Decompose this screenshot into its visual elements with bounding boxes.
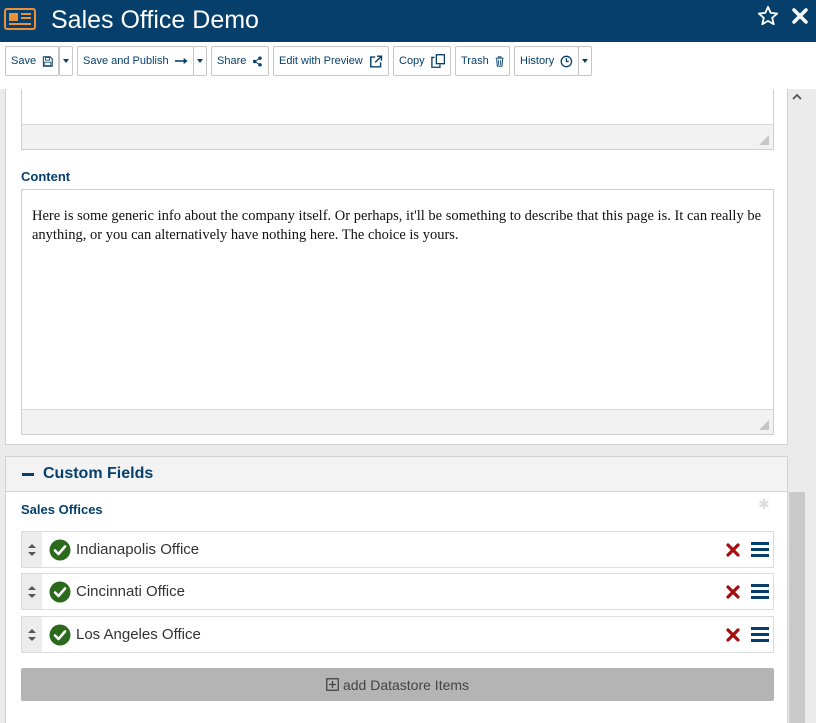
list-item[interactable]: Indianapolis Office bbox=[21, 531, 774, 568]
star-icon[interactable] bbox=[757, 5, 779, 27]
sort-handle-icon[interactable] bbox=[22, 574, 42, 609]
item-name: Cincinnati Office bbox=[76, 583, 185, 600]
copy-icon bbox=[430, 54, 445, 68]
asterisk-icon: ✱ bbox=[758, 496, 770, 512]
remove-icon[interactable] bbox=[726, 543, 740, 557]
clock-icon bbox=[560, 55, 573, 67]
page-title: Sales Office Demo bbox=[51, 6, 259, 34]
check-circle-icon bbox=[49, 539, 71, 561]
chevron-down-icon bbox=[197, 59, 203, 63]
history-label: History bbox=[520, 55, 555, 67]
save-and-publish-button[interactable]: Save and Publish bbox=[77, 46, 194, 76]
sort-handle-icon[interactable] bbox=[22, 617, 42, 652]
content-label: Content bbox=[21, 169, 71, 184]
hamburger-menu-icon[interactable] bbox=[751, 584, 769, 599]
copy-button[interactable]: Copy bbox=[393, 46, 451, 76]
custom-fields-title: Custom Fields bbox=[43, 465, 154, 482]
resize-handle-icon[interactable] bbox=[759, 135, 769, 145]
item-name: Indianapolis Office bbox=[76, 541, 200, 558]
trash-label: Trash bbox=[461, 55, 489, 67]
history-options-dropdown[interactable] bbox=[578, 46, 592, 76]
check-circle-icon bbox=[49, 581, 71, 603]
newspaper-icon bbox=[4, 8, 36, 30]
item-name: Los Angeles Office bbox=[76, 626, 201, 643]
content-editor[interactable]: Here is some generic info about the comp… bbox=[21, 189, 774, 435]
editor-status-bar bbox=[22, 124, 773, 149]
toolbar: Save Save and Publish Share Edit with Pr… bbox=[0, 42, 816, 89]
save-label: Save bbox=[11, 55, 37, 67]
share-label: Share bbox=[217, 55, 247, 67]
external-link-icon bbox=[369, 54, 382, 68]
chevron-down-icon bbox=[582, 59, 588, 63]
hamburger-menu-icon[interactable] bbox=[751, 542, 769, 557]
save-button[interactable]: Save bbox=[5, 46, 59, 76]
publish-options-dropdown[interactable] bbox=[193, 46, 207, 76]
remove-icon[interactable] bbox=[726, 628, 740, 642]
copy-label: Copy bbox=[399, 55, 425, 67]
arrow-right-icon bbox=[174, 57, 188, 65]
plus-square-icon bbox=[326, 678, 339, 691]
custom-fields-body: Sales Offices ✱ Indianapolis Office Cinc… bbox=[5, 492, 788, 723]
remove-icon[interactable] bbox=[726, 585, 740, 599]
list-item[interactable]: Cincinnati Office bbox=[21, 573, 774, 610]
add-datastore-items-label: add Datastore Items bbox=[342, 676, 470, 693]
collapse-icon[interactable] bbox=[22, 473, 34, 476]
save-options-dropdown[interactable] bbox=[59, 46, 73, 76]
hamburger-menu-icon[interactable] bbox=[751, 627, 769, 642]
trash-icon bbox=[495, 55, 504, 67]
resize-handle-icon[interactable] bbox=[759, 420, 769, 430]
edit-with-preview-label: Edit with Preview bbox=[279, 55, 363, 67]
history-button[interactable]: History bbox=[514, 46, 579, 76]
title-bar: Sales Office Demo bbox=[0, 0, 816, 42]
add-datastore-items-button[interactable]: add Datastore Items bbox=[21, 668, 774, 701]
trash-button[interactable]: Trash bbox=[455, 46, 510, 76]
edit-with-preview-button[interactable]: Edit with Preview bbox=[273, 46, 389, 76]
share-icon bbox=[253, 55, 263, 67]
custom-fields-header[interactable]: Custom Fields bbox=[5, 456, 788, 492]
check-circle-icon bbox=[49, 624, 71, 646]
close-icon[interactable] bbox=[790, 6, 810, 26]
list-item[interactable]: Los Angeles Office bbox=[21, 616, 774, 653]
share-button[interactable]: Share bbox=[211, 46, 269, 76]
editor-status-bar bbox=[22, 409, 773, 434]
floppy-disk-icon bbox=[42, 55, 53, 67]
sales-offices-label: Sales Offices bbox=[21, 502, 103, 517]
chevron-up-icon[interactable] bbox=[791, 91, 803, 103]
content-text[interactable]: Here is some generic info about the comp… bbox=[32, 207, 762, 245]
save-and-publish-label: Save and Publish bbox=[83, 55, 169, 67]
previous-editor[interactable] bbox=[21, 89, 774, 150]
scrollbar-thumb[interactable] bbox=[789, 492, 805, 723]
chevron-down-icon bbox=[63, 59, 69, 63]
content-panel: Content Here is some generic info about … bbox=[5, 89, 788, 445]
sort-handle-icon[interactable] bbox=[22, 532, 42, 567]
